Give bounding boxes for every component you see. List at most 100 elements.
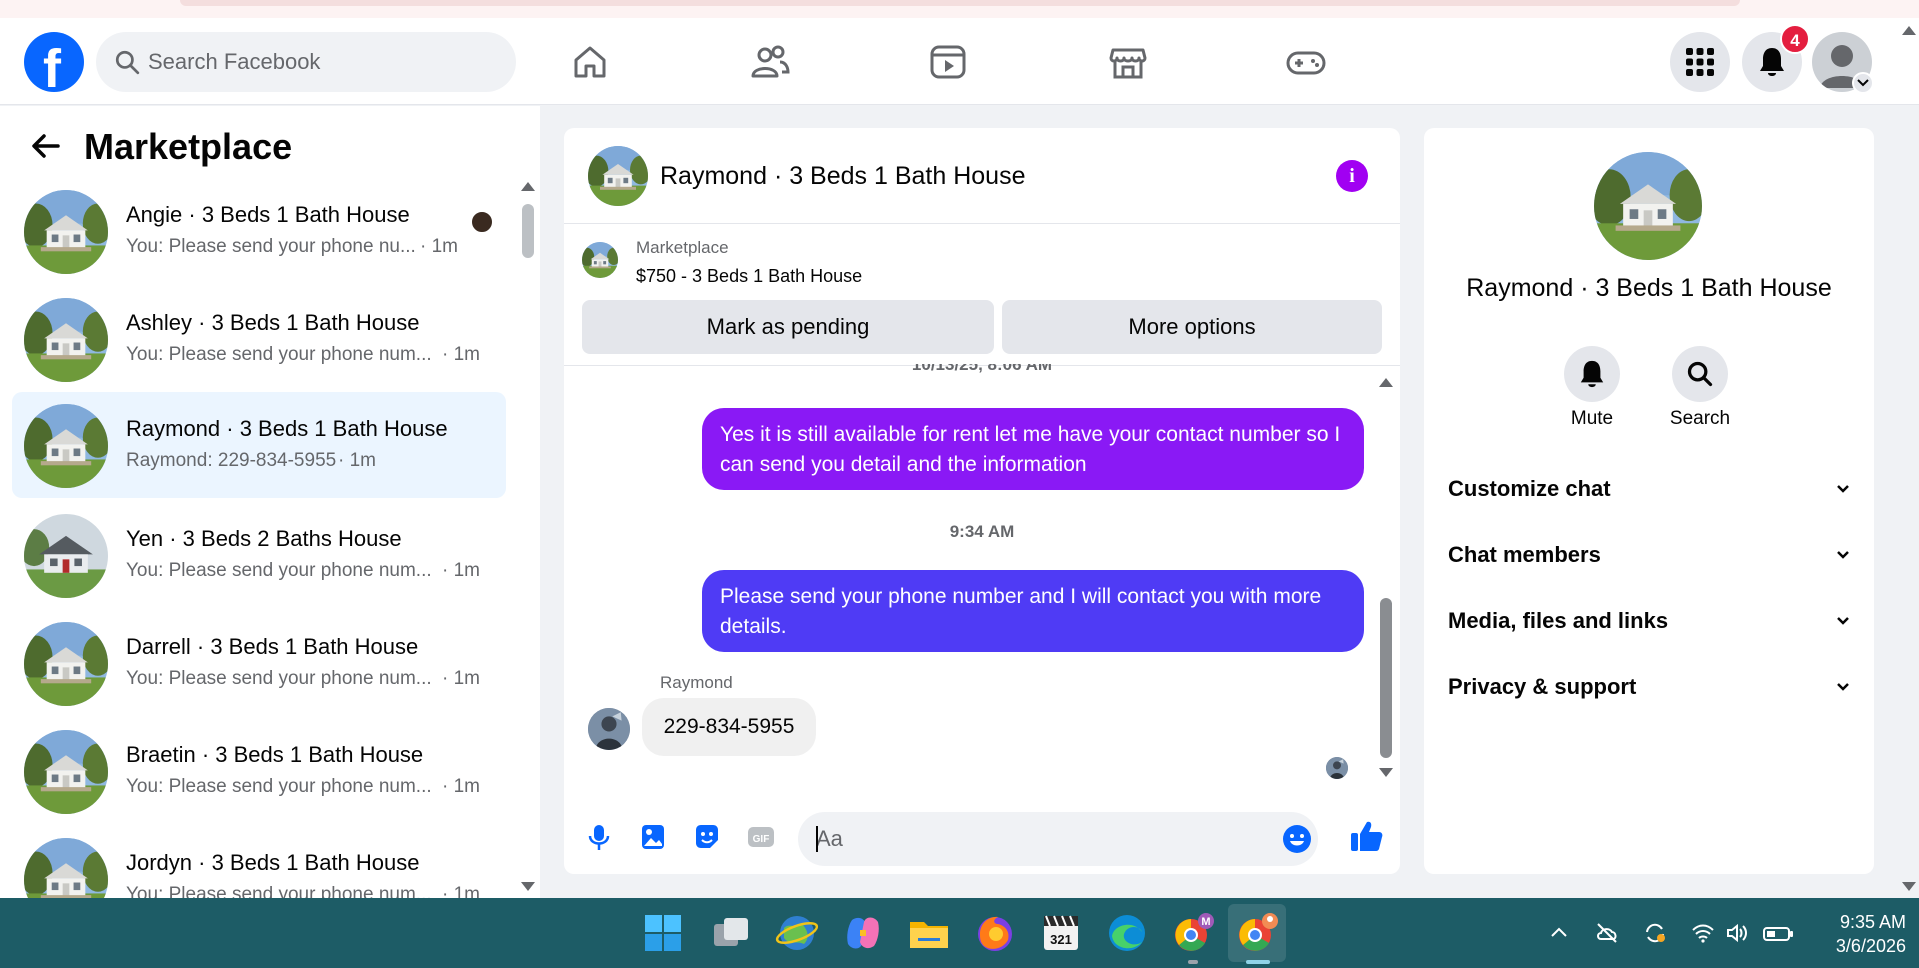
copilot-icon[interactable] [840,910,886,956]
sync-icon[interactable] [1642,920,1668,946]
conversation-item-braetin[interactable]: Braetin · 3 Beds 1 Bath House You: Pleas… [12,718,506,824]
menu-grid-icon [1686,48,1714,76]
message-input-box[interactable] [798,812,1318,866]
account-menu-caret[interactable] [1852,72,1874,94]
marketplace-icon[interactable] [1106,40,1150,84]
video-icon[interactable] [926,40,970,84]
message-bubble-received[interactable]: 229-834-5955 [642,698,816,756]
chat-scrollbar-thumb[interactable] [1380,598,1392,758]
volume-icon[interactable] [1724,920,1750,946]
section-customize-chat[interactable]: Customize chat [1424,462,1874,516]
windows-taskbar: 321 M 9:35 AM 3/6/2026 [0,898,1919,968]
sticker-icon[interactable] [692,822,722,852]
conversation-item-darrell[interactable]: Darrell · 3 Beds 1 Bath House You: Pleas… [12,610,506,716]
windows-start-icon[interactable] [640,910,686,956]
notification-badge: 4 [1780,24,1810,54]
conversation-item-yen[interactable]: Yen · 3 Beds 2 Baths House You: Please s… [12,502,506,608]
edge-icon[interactable] [1104,910,1150,956]
home-icon[interactable] [568,40,612,84]
clock-date: 3/6/2026 [1835,936,1906,956]
chevron-down-icon [1837,551,1849,559]
chrome-profile-m-icon[interactable]: M [1170,910,1216,956]
mute-button[interactable] [1564,346,1620,402]
sender-name: Raymond [660,673,733,692]
thumbs-up-icon[interactable] [1348,818,1384,854]
conversation-preview: You: Please send your phone num... [126,344,432,365]
section-chat-members[interactable]: Chat members [1424,528,1874,582]
chrome-active-icon[interactable] [1234,910,1280,956]
microphone-icon[interactable] [584,822,614,852]
emoji-icon[interactable] [1282,824,1312,854]
search-in-chat-button[interactable] [1672,346,1728,402]
system-clock[interactable]: 9:35 AM 3/6/2026 [1796,910,1906,958]
conversation-name: Jordyn · 3 Beds 1 Bath House [126,850,420,875]
info-icon[interactable]: i [1336,160,1368,192]
chat-thumbnail[interactable] [588,146,648,206]
search-label: Search [1669,408,1731,429]
battery-icon[interactable] [1762,920,1794,946]
conversation-preview: You: Please send your phone num... [126,776,432,797]
details-chat-name: Raymond · 3 Beds 1 Bath House [1466,274,1832,302]
conversation-name: Raymond · 3 Beds 1 Bath House [126,416,448,441]
conversation-item-angie[interactable]: Angie · 3 Beds 1 Bath House You: Please … [12,178,506,284]
text-caret [816,826,818,852]
section-privacy-support[interactable]: Privacy & support [1424,660,1874,714]
facebook-logo-glyph: f [43,39,61,99]
photo-icon[interactable] [638,822,668,852]
friends-icon[interactable] [748,40,792,84]
listing-thumbnail [24,298,108,382]
cloud-off-icon[interactable] [1594,920,1620,946]
search-box[interactable] [96,32,516,92]
chat-title[interactable]: Raymond · 3 Beds 1 Bath House [660,162,1025,191]
section-label: Privacy & support [1448,674,1637,699]
chat-profile-thumbnail[interactable] [1594,152,1702,260]
browser-strip-pill [180,0,1740,6]
file-explorer-icon[interactable] [906,910,952,956]
conversation-time: · 1m [420,236,458,257]
page-scroll-up[interactable] [1902,26,1916,35]
search-input[interactable] [148,42,488,82]
read-receipt-avatar [470,210,494,234]
chat-scroll-down[interactable] [1379,768,1393,777]
mark-pending-button[interactable]: Mark as pending [582,300,994,354]
facebook-logo[interactable]: f [24,32,84,99]
message-bubble-sent[interactable]: Yes it is still available for rent let m… [702,408,1364,490]
task-view-icon[interactable] [708,910,754,956]
conversation-item-ashley[interactable]: Ashley · 3 Beds 1 Bath House You: Please… [12,286,506,392]
message-bubble-sent[interactable]: Please send your phone number and I will… [702,570,1364,652]
gif-icon[interactable]: GIF [746,822,776,852]
calendar-app-icon[interactable]: 321 [1038,910,1084,956]
globe-app-icon[interactable] [774,910,820,956]
menu-button[interactable] [1670,32,1730,92]
more-options-button[interactable]: More options [1002,300,1382,354]
sidebar-scrollbar-thumb[interactable] [522,204,534,258]
chevron-up-icon[interactable] [1546,920,1572,946]
page-scroll-down[interactable] [1902,882,1916,891]
conversation-name: Darrell · 3 Beds 1 Bath House [126,634,419,659]
bell-icon [1580,360,1604,388]
conversation-time: · 1m [442,560,480,581]
firefox-icon[interactable] [972,910,1018,956]
listing-thumbnail [24,730,108,814]
chat-header: Raymond · 3 Beds 1 Bath House i [564,128,1400,224]
listing-title[interactable]: $750 - 3 Beds 1 Bath House [636,266,862,287]
sender-avatar[interactable] [588,708,630,750]
conversation-time: · 1m [442,344,480,365]
conversation-name: Ashley · 3 Beds 1 Bath House [126,310,420,335]
sidebar-scroll-up[interactable] [521,182,535,191]
browser-top-strip [0,0,1919,18]
conversation-preview: You: Please send your phone nu... [126,236,416,257]
search-icon [115,50,140,75]
listing-thumbnail [582,242,618,278]
sidebar-scroll-down[interactable] [521,882,535,891]
listing-thumbnail [24,190,108,274]
section-media-files-links[interactable]: Media, files and links [1424,594,1874,648]
wifi-icon[interactable] [1690,920,1716,946]
chat-scroll-up[interactable] [1379,378,1393,387]
back-arrow-icon[interactable] [28,128,64,164]
conversation-item-raymond[interactable]: Raymond · 3 Beds 1 Bath House Raymond: 2… [12,392,506,498]
message-input[interactable] [816,820,1256,858]
sidebar-title: Marketplace [84,126,293,167]
gaming-icon[interactable] [1284,40,1328,84]
section-label: Media, files and links [1448,608,1669,633]
